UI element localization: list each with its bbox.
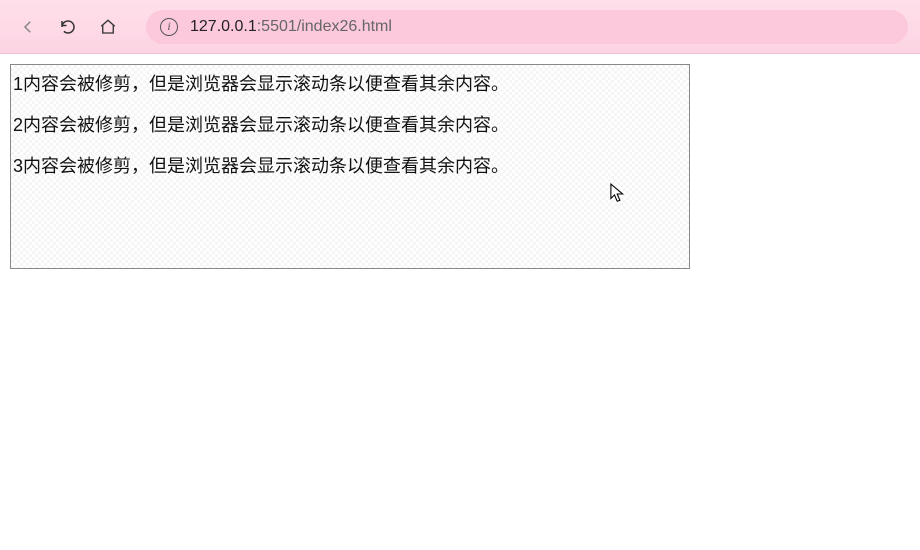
content-line: 2内容会被修剪，但是浏览器会显示滚动条以便查看其余内容。 xyxy=(13,112,687,139)
reload-icon xyxy=(59,18,77,36)
overflow-scroll-box[interactable]: 1内容会被修剪，但是浏览器会显示滚动条以便查看其余内容。 2内容会被修剪，但是浏… xyxy=(10,64,690,269)
arrow-left-icon xyxy=(19,18,37,36)
content-line: 3内容会被修剪，但是浏览器会显示滚动条以便查看其余内容。 xyxy=(13,153,687,180)
url-path: :5501/index26.html xyxy=(257,18,392,35)
url-display: 127.0.0.1:5501/index26.html xyxy=(190,18,392,36)
address-bar[interactable]: i 127.0.0.1:5501/index26.html xyxy=(146,10,908,44)
back-button[interactable] xyxy=(12,11,44,43)
home-button[interactable] xyxy=(92,11,124,43)
home-icon xyxy=(99,18,117,36)
browser-toolbar: i 127.0.0.1:5501/index26.html xyxy=(0,0,920,54)
site-info-icon[interactable]: i xyxy=(160,18,178,36)
page-viewport: 1内容会被修剪，但是浏览器会显示滚动条以便查看其余内容。 2内容会被修剪，但是浏… xyxy=(0,54,920,279)
content-line: 1内容会被修剪，但是浏览器会显示滚动条以便查看其余内容。 xyxy=(13,71,687,98)
reload-button[interactable] xyxy=(52,11,84,43)
url-host: 127.0.0.1 xyxy=(190,18,257,35)
